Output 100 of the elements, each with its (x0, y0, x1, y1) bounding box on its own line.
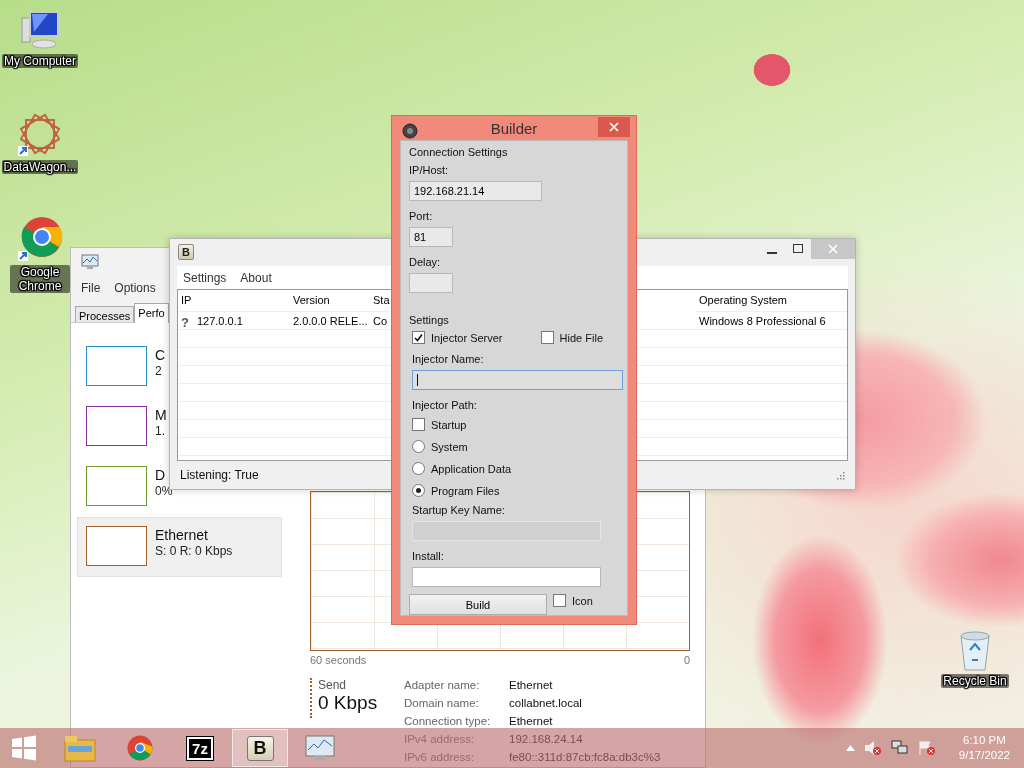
input-field[interactable] (412, 567, 601, 587)
option-label: Startup (431, 418, 467, 431)
detail-label: Domain name: (404, 696, 480, 711)
close-icon (828, 244, 838, 254)
radio-button[interactable] (412, 484, 425, 497)
unknown-status-icon: ? (181, 315, 189, 328)
radio-button[interactable] (412, 462, 425, 475)
checkbox[interactable] (412, 418, 425, 431)
resource-item[interactable]: M 1. (77, 397, 168, 457)
section-heading: Settings (409, 313, 450, 327)
detail-label: Connection type: (404, 714, 492, 729)
field-label: Install: (412, 549, 445, 563)
table-cell: 127.0.0.1 (196, 315, 243, 328)
resource-name: M (155, 406, 167, 424)
monitor-graph-icon (304, 734, 336, 762)
menu-item[interactable]: Options (114, 281, 156, 295)
desktop-icon-label[interactable]: Recycle Bin (941, 674, 1009, 688)
app-letter-logo: B (178, 244, 194, 261)
window-title: Builder (490, 119, 538, 137)
detail-label: IPv6 address: (404, 750, 476, 765)
resource-item[interactable]: D 0% (77, 457, 174, 517)
monitor-graph-icon (81, 254, 99, 270)
maximize-icon (793, 244, 803, 254)
resource-reading: S: 0 R: 0 Kbps (155, 544, 233, 558)
menu-item[interactable]: Settings (183, 270, 227, 285)
send-value: 0 Kbps (318, 692, 379, 714)
option-label: Program Files (431, 484, 500, 497)
close-button[interactable] (598, 117, 630, 137)
menu-item[interactable]: File (81, 281, 101, 295)
resource-name: C (155, 346, 166, 364)
axis-label: 60 seconds (310, 654, 367, 666)
column-header[interactable]: Operating System (696, 290, 847, 313)
recycle-bin-icon (957, 630, 993, 672)
field-label: Injector Path: (412, 398, 478, 412)
input-field[interactable]: 81 (409, 227, 453, 247)
checkbox[interactable] (412, 331, 425, 344)
detail-label: IPv4 address: (404, 732, 476, 747)
column-header[interactable]: Sta (370, 290, 390, 313)
checkbox-label: Icon (572, 594, 593, 607)
desktop-icon-label[interactable]: DataWagon... (1, 160, 79, 174)
radio-button[interactable] (412, 440, 425, 453)
minimize-icon (767, 251, 777, 254)
resource-reading: 1. (155, 424, 166, 438)
checkbox[interactable] (553, 594, 566, 607)
resource-reading: 2 (155, 364, 163, 378)
field-label: Port: (409, 209, 434, 223)
computer-icon (18, 10, 62, 52)
send-label: Send (318, 678, 348, 692)
folder-icon (64, 734, 96, 762)
resource-item[interactable]: Ethernet S: 0 R: 0 Kbps (77, 517, 282, 577)
section-heading: Connection Settings (409, 145, 509, 159)
input-field[interactable] (412, 370, 623, 390)
axis-label: 0 (683, 654, 690, 666)
column-header[interactable]: IP (178, 290, 290, 313)
status-text: Listening: True (180, 468, 259, 483)
chrome-icon (125, 733, 155, 763)
resize-grip-icon (835, 470, 845, 481)
checkbox[interactable] (540, 331, 554, 344)
muted-speaker-icon[interactable] (863, 740, 882, 756)
close-icon (609, 122, 619, 132)
detail-value: 192.168.24.14 (509, 732, 584, 747)
resource-item[interactable]: C 2 (77, 337, 167, 397)
caret-up-icon[interactable] (845, 745, 855, 751)
tab[interactable]: Processes (75, 306, 135, 322)
field-label: Startup Key Name: (412, 503, 506, 517)
option-label: System (431, 440, 468, 453)
checkbox-label: Hide File (559, 331, 603, 344)
detail-value: fe80::311d:87cb:fc8a:db3c%3 (509, 750, 661, 765)
desktop-icon-label[interactable]: My Computer (2, 54, 78, 68)
option-label: Application Data (431, 462, 512, 475)
menu-item[interactable]: About (240, 270, 272, 285)
field-label: Injector Name: (412, 352, 485, 366)
windows-logo-icon (11, 735, 37, 761)
resource-name: Ethernet (155, 526, 209, 544)
sevenzip-logo: 7z (187, 736, 213, 760)
chrome-icon (16, 215, 64, 263)
resource-name: D (155, 466, 167, 484)
resource-reading: 0% (155, 484, 173, 498)
taskbar-button[interactable]: 7z (172, 729, 228, 767)
detail-value: collabnet.local (509, 696, 583, 711)
taskbar-button[interactable]: B (232, 729, 288, 767)
column-header[interactable]: Version (290, 290, 370, 313)
input-field[interactable] (409, 273, 453, 293)
table-cell-text: Co (372, 314, 389, 330)
field-label: IP/Host: (409, 163, 450, 177)
detail-value: Ethernet (509, 714, 554, 729)
text-cursor (417, 374, 419, 386)
app-logo-icon (402, 123, 418, 139)
detail-value: Ethernet (509, 678, 554, 693)
table-cell-text: 2.0.0.0 RELE... (292, 314, 369, 330)
tab[interactable]: Perfo (134, 303, 169, 323)
build-button[interactable]: Build (409, 594, 547, 615)
checkbox-label: Injector Server (431, 331, 503, 344)
field-label: Delay: (409, 255, 442, 269)
table-cell-text: Windows 8 Professional 6 (698, 314, 827, 330)
input-field[interactable]: 192.168.21.14 (409, 181, 542, 201)
flag-icon[interactable] (917, 740, 936, 756)
detail-label: Adapter name: (404, 678, 481, 693)
network-icon[interactable] (890, 740, 909, 756)
desktop-icon-label[interactable]: Google Chrome (10, 265, 70, 293)
